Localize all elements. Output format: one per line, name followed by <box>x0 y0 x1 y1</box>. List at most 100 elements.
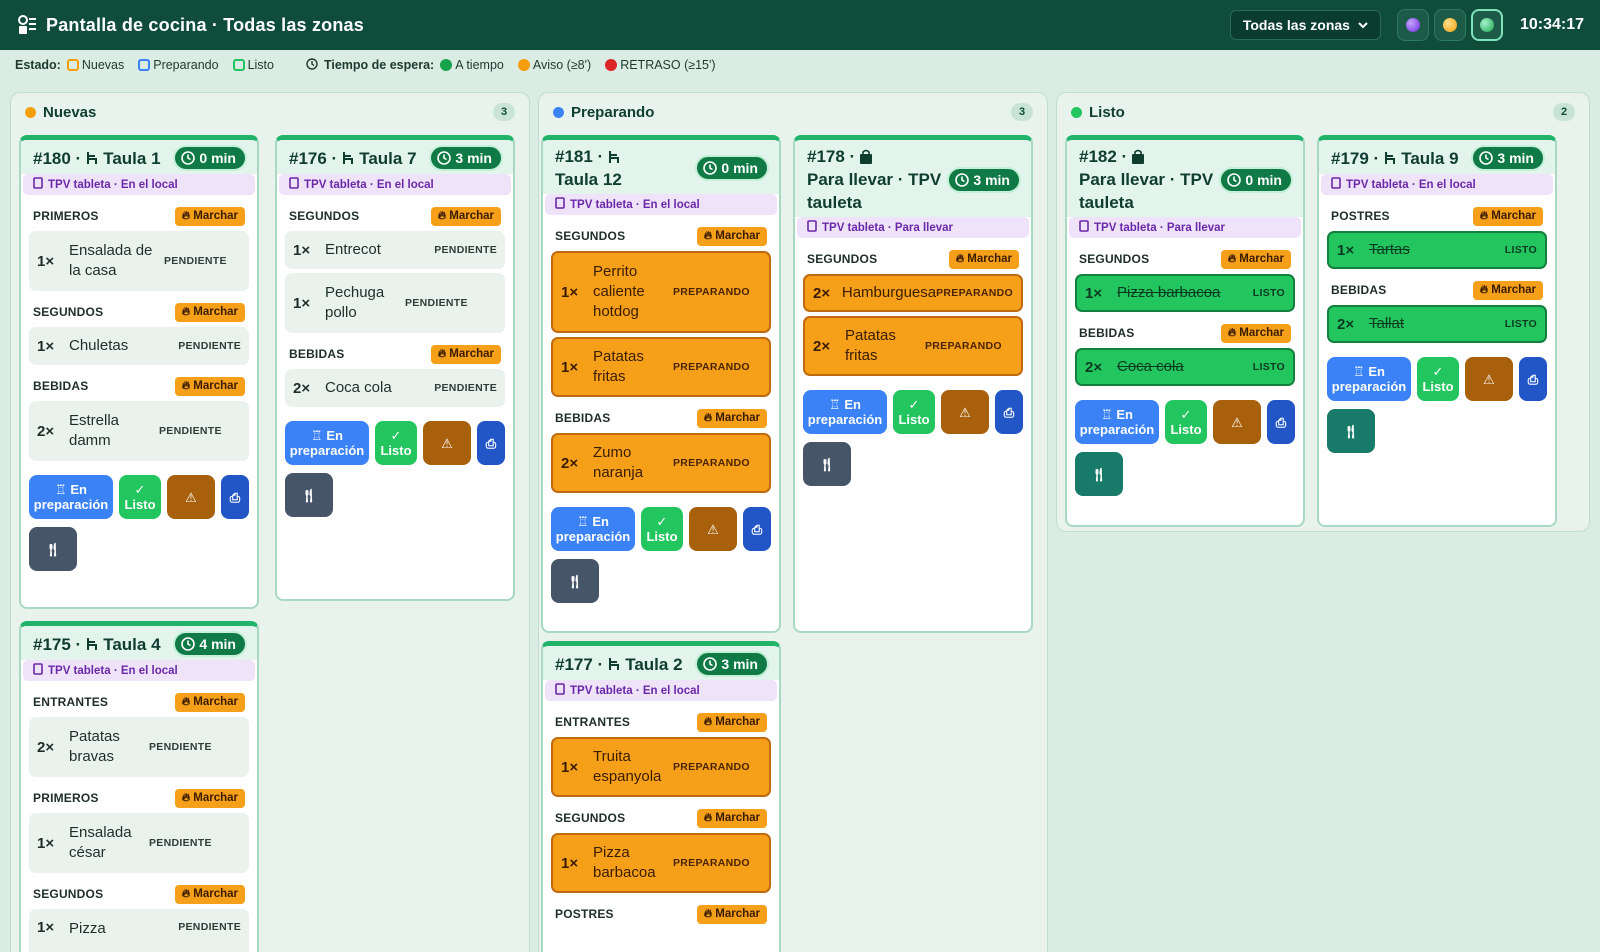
order-item[interactable]: 1× Chuletas PENDIENTE <box>29 327 249 365</box>
item-status: LISTO <box>1504 318 1537 330</box>
marchar-button[interactable]: 🔥︎ Marchar <box>1472 280 1543 300</box>
order-item[interactable]: 1× Pizza barbacoa PREPARANDO <box>551 833 771 893</box>
order-card-180: #180 · Taula 1 0 min TPV tableta · En el… <box>19 135 259 609</box>
print-button[interactable]: ⎙ <box>995 390 1023 434</box>
order-item[interactable]: 2× Coca cola PENDIENTE <box>285 369 505 407</box>
marchar-button[interactable]: 🔥︎ Marchar <box>174 206 245 226</box>
printer-icon: ⎙ <box>485 435 497 451</box>
en-preparacion-button[interactable]: ♖ En preparación <box>1327 357 1411 401</box>
en-preparacion-button[interactable]: ♖ En preparación <box>1075 400 1159 444</box>
order-item[interactable]: 2× Patatas bravas PENDIENTE <box>29 717 249 777</box>
listo-button[interactable]: ✓ Listo <box>1165 400 1207 444</box>
bag-icon <box>1130 149 1146 165</box>
order-item[interactable]: 1× Ensalada césar PENDIENTE <box>29 813 249 873</box>
column-title: Preparando <box>571 103 655 121</box>
order-item[interactable]: 1× Truita espanyola PREPARANDO <box>551 737 771 797</box>
en-preparacion-button[interactable]: ♖ En preparación <box>29 475 113 519</box>
marchar-button[interactable]: 🔥︎ Marchar <box>174 692 245 712</box>
status-dot-icon <box>553 106 564 118</box>
course-header: SEGUNDOS 🔥︎ Marchar <box>795 248 1031 270</box>
legend-listo: Listo <box>232 58 274 72</box>
en-preparacion-button[interactable]: ♖ En preparación <box>551 507 635 551</box>
warning-button[interactable]: ⚠ <box>941 390 989 434</box>
serve-button[interactable]: 🍴︎ <box>803 442 851 486</box>
card-header: #181 · Taula 12 0 min <box>543 140 779 194</box>
listo-button[interactable]: ✓ Listo <box>1417 357 1459 401</box>
marchar-button[interactable]: 🔥︎ Marchar <box>696 808 767 828</box>
tablet-icon <box>289 177 299 192</box>
card-header: #182 · Para llevar · TPV tauleta 0 min <box>1067 140 1303 217</box>
legend-estado-label: Estado: <box>15 58 61 72</box>
serve-button[interactable]: 🍴︎ <box>1327 409 1375 453</box>
marchar-button[interactable]: 🔥︎ Marchar <box>1220 323 1291 343</box>
order-item[interactable]: 1× Tartas LISTO <box>1327 231 1547 269</box>
order-item[interactable]: 1× Entrecot PENDIENTE <box>285 231 505 269</box>
marchar-button[interactable]: 🔥︎ Marchar <box>430 344 501 364</box>
item-status: PENDIENTE <box>434 382 497 394</box>
theme-green-button[interactable] <box>1470 9 1503 41</box>
en-preparacion-button[interactable]: ♖ En preparación <box>285 421 369 465</box>
green-dot-icon <box>1479 18 1494 32</box>
warning-button[interactable]: ⚠ <box>167 475 215 519</box>
order-item[interactable]: 1× Pizza barbacoa LISTO <box>1075 274 1295 312</box>
chevron-down-icon <box>1358 17 1368 33</box>
serve-button[interactable]: 🍴︎ <box>551 559 599 603</box>
legend-espera-label: Tiempo de espera: <box>323 58 435 72</box>
course-header: ENTRANTES 🔥︎ Marchar <box>543 711 779 733</box>
item-status: PREPARANDO <box>673 457 750 469</box>
print-button[interactable]: ⎙ <box>743 507 771 551</box>
course-header: BEBIDAS 🔥︎ Marchar <box>543 407 779 429</box>
marchar-button[interactable]: 🔥︎ Marchar <box>696 408 767 428</box>
check-icon: ✓ <box>134 482 146 497</box>
order-card-175: #175 · Taula 4 4 min TPV tableta · En el… <box>19 621 259 952</box>
check-icon: ✓ <box>656 514 668 529</box>
order-item[interactable]: 2× Hamburguesa PREPARANDO <box>803 274 1023 312</box>
zone-select[interactable]: Todas las zonas <box>1229 10 1381 40</box>
marchar-button[interactable]: 🔥︎ Marchar <box>1472 206 1543 226</box>
print-button[interactable]: ⎙ <box>1267 400 1295 444</box>
chef-icon: ♖ <box>1353 364 1365 379</box>
warning-button[interactable]: ⚠ <box>1465 357 1513 401</box>
order-item[interactable]: 1× Ensalada de la casa PENDIENTE <box>29 231 249 291</box>
warning-button[interactable]: ⚠ <box>689 507 737 551</box>
serve-button[interactable]: 🍴︎ <box>1075 452 1123 496</box>
warning-button[interactable]: ⚠ <box>1213 400 1261 444</box>
order-item[interactable]: 1× Pechuga pollo PENDIENTE <box>285 273 505 333</box>
marchar-button[interactable]: 🔥︎ Marchar <box>948 249 1019 269</box>
order-item[interactable]: 2× Patatas fritas PREPARANDO <box>803 316 1023 376</box>
tablet-icon <box>33 177 43 192</box>
listo-button[interactable]: ✓ Listo <box>893 390 935 434</box>
marchar-button[interactable]: 🔥︎ Marchar <box>696 226 767 246</box>
card-actions: ♖ En preparación ✓ Listo ⚠ ⎙ <box>277 421 513 465</box>
order-item[interactable]: 1× Pizza PENDIENTE <box>29 909 249 952</box>
theme-purple-button[interactable] <box>1396 9 1429 41</box>
clock-icon <box>181 637 196 651</box>
order-item[interactable]: 2× Tallat LISTO <box>1327 305 1547 343</box>
marchar-button[interactable]: 🔥︎ Marchar <box>174 376 245 396</box>
marchar-button[interactable]: 🔥︎ Marchar <box>1220 249 1291 269</box>
listo-button[interactable]: ✓ Listo <box>119 475 161 519</box>
marchar-button[interactable]: 🔥︎ Marchar <box>174 302 245 322</box>
marchar-button[interactable]: 🔥︎ Marchar <box>174 788 245 808</box>
marchar-button[interactable]: 🔥︎ Marchar <box>696 712 767 732</box>
order-item[interactable]: 2× Zumo naranja PREPARANDO <box>551 433 771 493</box>
serve-button[interactable]: 🍴︎ <box>29 527 77 571</box>
print-button[interactable]: ⎙ <box>477 421 505 465</box>
page-title: Pantalla de cocina · Todas las zonas <box>46 14 364 35</box>
serve-button[interactable]: 🍴︎ <box>285 473 333 517</box>
print-button[interactable]: ⎙ <box>1519 357 1547 401</box>
en-preparacion-button[interactable]: ♖ En preparación <box>803 390 887 434</box>
marchar-button[interactable]: 🔥︎ Marchar <box>174 884 245 904</box>
order-item[interactable]: 2× Estrella damm PENDIENTE <box>29 401 249 461</box>
order-item[interactable]: 1× Perrito caliente hotdog PREPARANDO <box>551 251 771 333</box>
marchar-button[interactable]: 🔥︎ Marchar <box>430 206 501 226</box>
marchar-button[interactable]: 🔥︎ Marchar <box>696 904 767 924</box>
listo-button[interactable]: ✓ Listo <box>375 421 417 465</box>
clock-icon <box>1479 151 1494 165</box>
order-item[interactable]: 2× Coca cola LISTO <box>1075 348 1295 386</box>
order-item[interactable]: 1× Patatas fritas PREPARANDO <box>551 337 771 397</box>
warning-button[interactable]: ⚠ <box>423 421 471 465</box>
print-button[interactable]: ⎙ <box>221 475 249 519</box>
listo-button[interactable]: ✓ Listo <box>641 507 683 551</box>
theme-orange-button[interactable] <box>1433 9 1466 41</box>
